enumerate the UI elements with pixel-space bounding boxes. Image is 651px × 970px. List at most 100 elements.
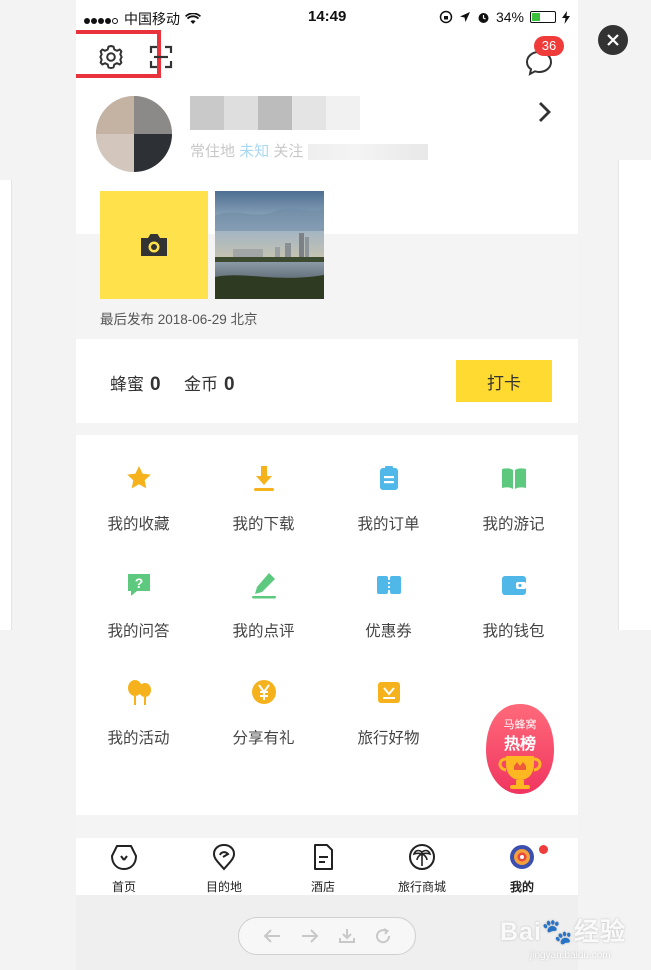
back-button[interactable]	[262, 928, 282, 944]
menu-item-travelogues[interactable]: 我的游记	[451, 463, 576, 534]
status-bar: 中国移动 14:49 34%	[76, 0, 578, 34]
question-icon: ?	[127, 574, 150, 596]
checkin-button[interactable]: 打卡	[456, 360, 552, 402]
download-tray-icon	[339, 929, 355, 943]
menu-item-travel-goods[interactable]: 旅行好物	[326, 677, 451, 748]
tab-hotel[interactable]: 酒店	[273, 842, 373, 895]
arrow-left-icon	[263, 929, 280, 943]
notification-dot	[539, 845, 548, 854]
last-post-info: 最后发布 2018-06-29 北京	[100, 312, 258, 327]
baidu-watermark: Bai🐾经验 jingyan.baidu.com	[500, 908, 650, 968]
hot-badge-subtitle: 热榜	[503, 736, 536, 753]
wallet-icon	[501, 576, 526, 595]
coin-stat[interactable]: 金币 0	[184, 370, 235, 396]
tab-home[interactable]: 首页	[76, 842, 174, 895]
alarm-icon	[478, 12, 489, 23]
menu-item-label: 我的订单	[357, 516, 420, 533]
mall-icon	[409, 844, 435, 870]
message-count-badge: 36	[534, 36, 564, 56]
camera-icon	[141, 234, 167, 256]
hot-list-badge[interactable]: 马蜂窝 热榜	[480, 702, 560, 798]
meta-blurred	[307, 144, 428, 161]
wallet-bar: 蜂蜜 0 金币 0 打卡	[76, 339, 578, 423]
goods-icon	[377, 682, 400, 703]
follow-label: 关注	[273, 143, 304, 160]
menu-item-activities[interactable]: 我的活动	[76, 677, 201, 748]
tab-destination[interactable]: 目的地	[174, 842, 274, 895]
background-page-right	[618, 160, 651, 630]
menu-item-label: 我的钱包	[482, 623, 545, 640]
avatar[interactable]	[96, 96, 172, 172]
tab-label: 旅行商城	[397, 880, 446, 894]
pen-icon	[251, 573, 276, 599]
clock-time: 14:49	[308, 8, 347, 25]
watermark-url: jingyan.baidu.com	[530, 950, 611, 961]
destination-icon	[212, 843, 236, 871]
chevron-right-icon[interactable]	[534, 100, 554, 124]
location-icon	[459, 12, 470, 22]
menu-item-label: 分享有礼	[232, 730, 295, 747]
close-icon	[607, 34, 619, 46]
menu-item-label: 我的问答	[107, 623, 170, 640]
coin-value: 0	[224, 374, 235, 395]
refresh-button[interactable]	[374, 927, 392, 945]
phone-screen: 中国移动 14:49 34% 36 常住地 未知 关注 最后发布 2018-06…	[76, 0, 578, 895]
tab-label: 目的地	[205, 880, 242, 894]
honey-label: 蜂蜜	[110, 375, 144, 394]
balloon-icon	[127, 680, 151, 705]
menu-item-label: 我的收藏	[107, 516, 170, 533]
tab-mall[interactable]: 旅行商城	[372, 842, 472, 895]
download-page-button[interactable]	[338, 928, 356, 944]
close-button[interactable]	[598, 25, 628, 55]
menu-item-favorites[interactable]: 我的收藏	[76, 463, 201, 534]
forward-button[interactable]	[300, 928, 320, 944]
tab-label: 酒店	[310, 880, 335, 894]
username-blurred	[190, 96, 360, 130]
rotation-lock-icon	[439, 10, 453, 24]
settings-button[interactable]	[96, 42, 126, 72]
menu-item-orders[interactable]: 我的订单	[326, 463, 451, 534]
order-icon	[379, 466, 398, 490]
profile-meta: 常住地 未知 关注	[190, 140, 428, 161]
tab-label: 首页	[111, 880, 136, 894]
tab-label: 我的	[509, 880, 534, 894]
menu-item-downloads[interactable]: 我的下载	[201, 463, 326, 534]
hotel-icon	[314, 844, 333, 870]
menu-item-label: 旅行好物	[357, 730, 420, 747]
menu-item-label: 我的游记	[482, 516, 545, 533]
battery-percent: 34%	[495, 9, 524, 25]
coupon-icon	[376, 576, 401, 594]
city-landscape-photo	[215, 191, 324, 299]
scan-icon	[149, 45, 173, 69]
menu-item-reviews[interactable]: 我的点评	[201, 570, 326, 641]
menu-item-label: 我的点评	[232, 623, 295, 640]
menu-item-share-gift[interactable]: 分享有礼	[201, 677, 326, 748]
menu-item-coupons[interactable]: 优惠券	[326, 570, 451, 641]
battery-icon	[530, 11, 556, 23]
signal-icon	[84, 11, 119, 27]
resident-value: 未知	[239, 143, 270, 160]
me-icon	[510, 845, 534, 869]
coin-label: 金币	[184, 375, 218, 394]
svg-text:?: ?	[134, 575, 143, 591]
book-icon	[501, 468, 526, 489]
scan-button[interactable]	[146, 42, 176, 72]
gear-icon	[99, 45, 123, 69]
menu-item-label: 优惠券	[365, 623, 412, 640]
menu-item-label: 我的下载	[232, 516, 295, 533]
add-photo-button[interactable]	[100, 191, 208, 299]
star-icon	[126, 466, 151, 489]
refresh-icon	[376, 928, 391, 944]
home-icon	[111, 845, 137, 870]
honey-stat[interactable]: 蜂蜜 0	[110, 370, 161, 396]
watermark-text: Bai🐾经验	[500, 918, 627, 946]
bottom-tab-bar: 首页 目的地 酒店 旅行商城 我的	[76, 838, 578, 895]
menu-item-qa[interactable]: ? 我的问答	[76, 570, 201, 641]
menu-item-wallet[interactable]: 我的钱包	[451, 570, 576, 641]
resident-label: 常住地	[190, 143, 236, 160]
photo-thumbnail[interactable]	[215, 191, 324, 299]
profile-header: 36 常住地 未知 关注 最后发布 2018-06-29 北京	[76, 30, 578, 327]
wifi-icon	[185, 13, 201, 24]
carrier-text: 中国移动	[124, 11, 180, 27]
tab-me[interactable]: 我的	[472, 842, 572, 895]
